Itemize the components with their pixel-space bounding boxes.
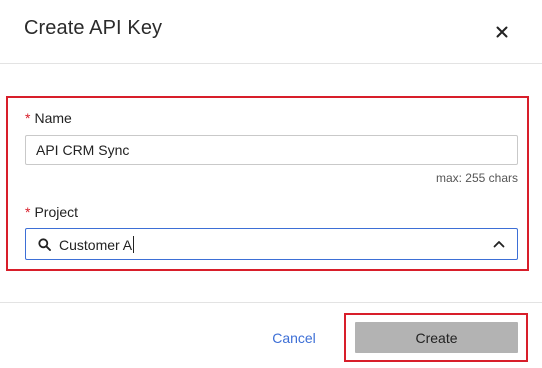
search-icon bbox=[38, 238, 51, 251]
text-cursor bbox=[133, 236, 135, 253]
cancel-button[interactable]: Cancel bbox=[262, 328, 326, 348]
name-label-text: Name bbox=[34, 110, 72, 126]
name-char-limit-hint: max: 255 chars bbox=[435, 171, 518, 185]
project-select[interactable]: Customer A bbox=[25, 228, 518, 260]
required-marker: * bbox=[25, 110, 31, 126]
dialog-header: Create API Key bbox=[0, 0, 542, 64]
close-icon bbox=[496, 26, 508, 38]
required-marker: * bbox=[25, 204, 31, 220]
name-label: * Name bbox=[25, 110, 72, 126]
project-search-text[interactable]: Customer A bbox=[59, 236, 135, 253]
create-button[interactable]: Create bbox=[355, 322, 518, 353]
dialog-title: Create API Key bbox=[24, 17, 163, 39]
close-button[interactable] bbox=[490, 20, 514, 44]
project-label-text: Project bbox=[34, 204, 79, 220]
project-search-value: Customer A bbox=[59, 237, 133, 253]
project-label: * Project bbox=[25, 204, 78, 220]
name-input[interactable] bbox=[25, 135, 518, 165]
chevron-up-icon[interactable] bbox=[493, 239, 505, 249]
